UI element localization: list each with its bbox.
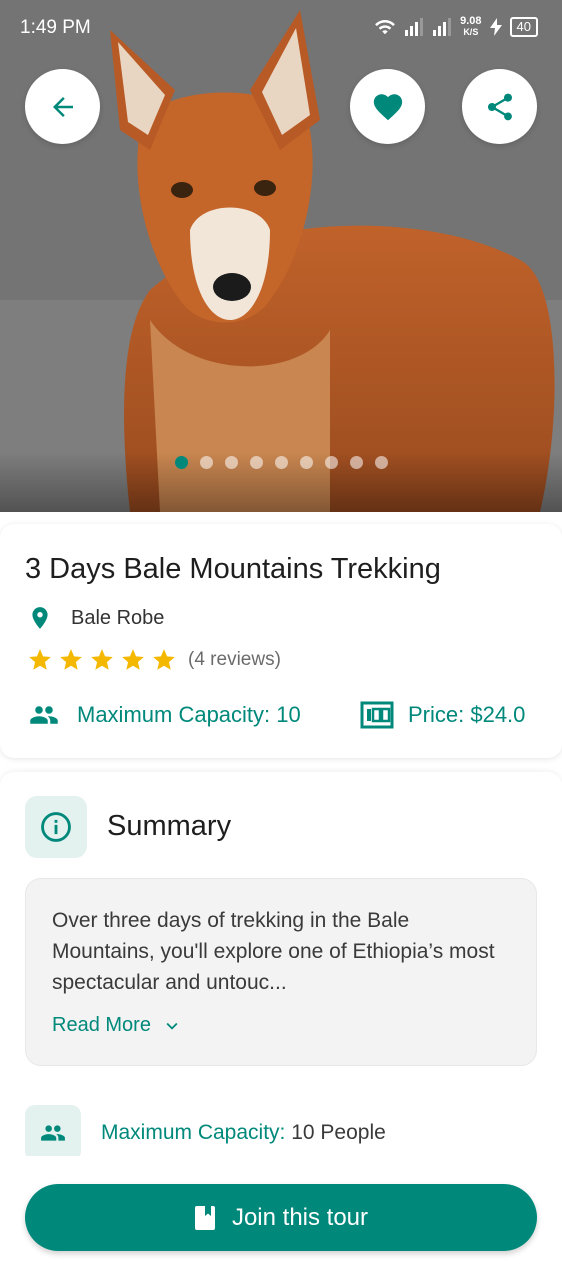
price-text: Price: $24.0 — [408, 702, 526, 727]
heart-icon — [373, 93, 402, 120]
carousel-dot[interactable] — [250, 456, 263, 469]
chevron-down-icon — [166, 1022, 178, 1030]
reviews-count: (4 reviews) — [188, 649, 281, 670]
money-icon — [360, 701, 394, 729]
charging-icon — [489, 18, 502, 36]
carousel-dot[interactable] — [350, 456, 363, 469]
carousel-dot[interactable] — [175, 456, 188, 469]
location-text: Bale Robe — [71, 606, 165, 629]
star-icon — [122, 649, 144, 670]
capacity-meta: Maximum Capacity: 10 — [25, 700, 301, 730]
join-tour-label: Join this tour — [231, 1203, 369, 1231]
carousel-dot[interactable] — [275, 456, 288, 469]
location-pin-icon — [32, 607, 48, 629]
signal-icon-2 — [433, 18, 452, 36]
people-icon — [41, 1125, 65, 1141]
summary-icon-box — [25, 796, 87, 858]
carousel-dot[interactable] — [300, 456, 313, 469]
info-icon — [41, 812, 71, 842]
share-button[interactable] — [462, 69, 537, 144]
favorite-button[interactable] — [350, 69, 425, 144]
arrow-left-icon — [52, 96, 73, 117]
read-more-label: Read More — [52, 1014, 151, 1036]
people-icon — [30, 706, 58, 724]
signal-icon — [405, 18, 424, 36]
book-icon — [194, 1205, 215, 1230]
status-icons: 9.08 K/S 40 — [374, 16, 538, 38]
carousel-dot[interactable] — [325, 456, 338, 469]
price-meta: Price: $24.0 — [360, 700, 525, 730]
star-icon — [29, 649, 51, 670]
network-speed-unit: K/S — [463, 27, 479, 37]
rating-row: (4 reviews) — [27, 647, 281, 673]
capacity-detail-label: Maximum Capacity: — [101, 1121, 286, 1144]
capacity-detail-row: Maximum Capacity: 10 People — [101, 1121, 386, 1145]
carousel-dot[interactable] — [225, 456, 238, 469]
capacity-text: Maximum Capacity: 10 — [77, 702, 301, 727]
network-speed-value: 9.08 — [460, 15, 482, 27]
location-row: Bale Robe — [27, 604, 164, 632]
battery-level: 40 — [509, 17, 538, 37]
carousel-dot[interactable] — [200, 456, 213, 469]
status-bar: 1:49 PM 9.08 K/S 40 — [0, 0, 562, 56]
summary-heading: Summary — [107, 810, 232, 842]
carousel-dot[interactable] — [375, 456, 388, 469]
tour-title: 3 Days Bale Mountains Trekking — [25, 553, 441, 585]
capacity-detail-value: 10 People — [285, 1121, 386, 1144]
summary-text: Over three days of trekking in the Bale … — [52, 909, 495, 994]
star-icon — [60, 649, 82, 670]
network-speed: 9.08 K/S — [460, 16, 481, 38]
share-icon — [487, 93, 512, 120]
star-icon — [91, 649, 113, 670]
status-time: 1:49 PM — [20, 17, 91, 38]
read-more-button[interactable]: Read More — [52, 1014, 183, 1037]
join-tour-button[interactable]: Join this tour — [25, 1184, 537, 1251]
star-icon — [153, 649, 175, 670]
carousel-indicator — [175, 456, 388, 469]
wifi-icon — [375, 19, 396, 35]
capacity-icon-box — [25, 1105, 81, 1161]
back-button[interactable] — [25, 69, 100, 144]
